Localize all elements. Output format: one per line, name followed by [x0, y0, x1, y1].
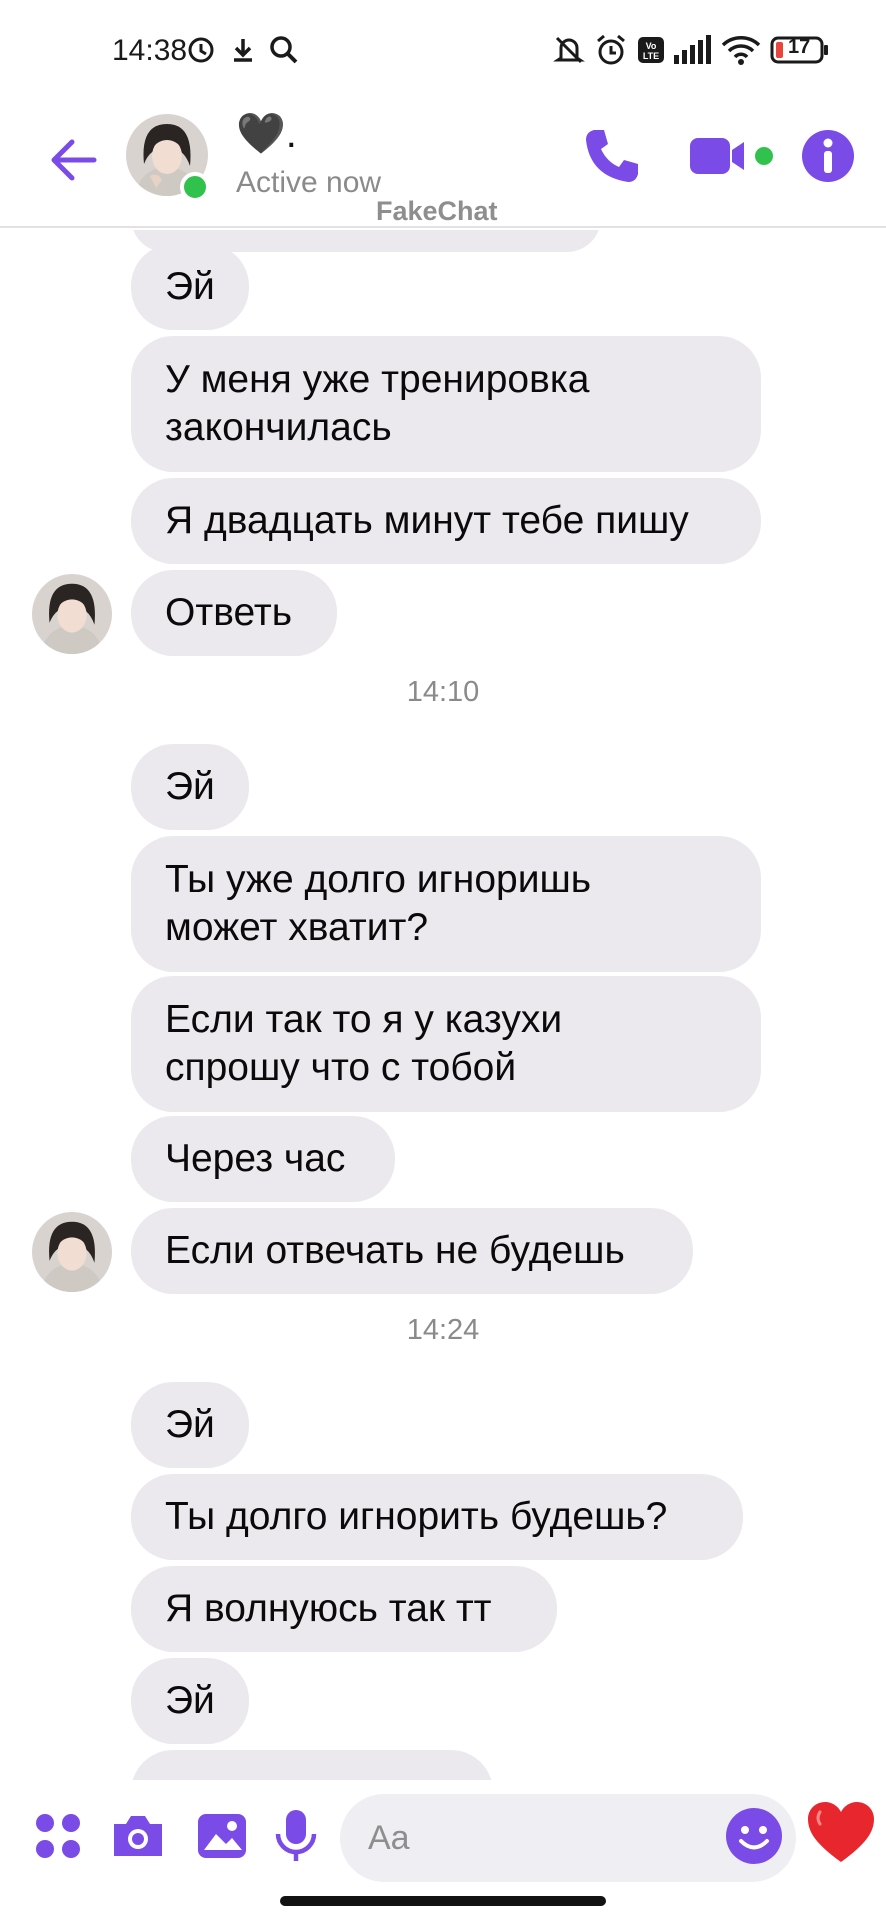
gallery-icon [198, 1814, 246, 1858]
volte-icon: Vo LTE [636, 32, 666, 68]
alarm-icon [594, 32, 628, 68]
message-input[interactable] [368, 1812, 688, 1864]
message-list[interactable]: Эй У меня уже тренировка закончилась Я д… [0, 230, 886, 1780]
camera-button[interactable] [108, 1804, 168, 1868]
wifi-icon [720, 32, 762, 68]
status-bar: 14:38 Vo LTE 17 [0, 0, 886, 100]
audio-call-button[interactable] [580, 124, 644, 188]
message-bubble[interactable]: Я волнуюсь так тт [131, 1566, 557, 1652]
sender-avatar[interactable] [32, 1212, 112, 1292]
heart-icon [808, 1802, 874, 1862]
sender-avatar[interactable] [32, 574, 112, 654]
message-bubble[interactable]: Эй [131, 244, 249, 330]
arrow-left-icon [51, 139, 97, 181]
message-composer[interactable] [340, 1794, 796, 1882]
like-button[interactable] [806, 1800, 876, 1870]
message-bubble[interactable]: У меня уже тренировка закончилась [131, 336, 761, 472]
phone-icon [586, 130, 638, 182]
apps-button[interactable] [28, 1804, 88, 1868]
svg-text:LTE: LTE [643, 51, 659, 61]
contact-name[interactable]: 🖤. [236, 110, 297, 157]
camera-icon [114, 1816, 162, 1856]
chat-header: 🖤. Active now FakeChat [0, 100, 886, 228]
emoji-icon [726, 1808, 782, 1864]
message-bubble-partial[interactable] [131, 1750, 493, 1780]
microphone-icon [275, 1810, 317, 1861]
gallery-button[interactable] [192, 1804, 252, 1868]
message-bubble[interactable]: Если так то я у казухи спрошу что с тобо… [131, 976, 761, 1112]
apps-icon [36, 1814, 80, 1858]
microphone-button[interactable] [266, 1804, 326, 1868]
download-icon [228, 32, 258, 68]
message-bubble[interactable]: Если отвечать не будешь [131, 1208, 693, 1294]
watermark: FakeChat [376, 196, 498, 226]
back-button[interactable] [44, 130, 104, 190]
status-time: 14:38 [112, 34, 188, 67]
message-bubble[interactable]: Через час [131, 1116, 395, 1202]
info-icon [802, 130, 854, 182]
home-indicator[interactable] [280, 1896, 606, 1906]
contact-status: Active now [236, 166, 382, 199]
message-bubble[interactable]: Эй [131, 1382, 249, 1468]
bell-off-icon [552, 32, 586, 68]
search-icon [268, 32, 300, 68]
avatar-photo-icon [32, 574, 112, 654]
message-bubble[interactable]: Ты уже долго игноришь может хватит? [131, 836, 761, 972]
signal-icon [672, 32, 712, 68]
message-bubble[interactable]: Я двадцать минут тебе пишу [131, 478, 761, 564]
info-button[interactable] [800, 128, 856, 184]
battery-level: 17 [788, 36, 811, 58]
video-camera-icon [690, 138, 773, 174]
emoji-button[interactable] [724, 1806, 784, 1866]
timestamp-separator: 14:10 [406, 676, 480, 708]
online-indicator [180, 172, 210, 202]
timestamp-separator: 14:24 [406, 1314, 480, 1346]
message-bubble[interactable]: Ответь [131, 570, 337, 656]
message-bubble[interactable]: Ты долго игнорить будешь? [131, 1474, 743, 1560]
video-call-button[interactable] [688, 130, 780, 186]
avatar-photo-icon [32, 1212, 112, 1292]
message-bubble[interactable]: Эй [131, 1658, 249, 1744]
clock-icon [186, 32, 216, 68]
svg-text:Vo: Vo [646, 41, 657, 51]
message-bubble[interactable]: Эй [131, 744, 249, 830]
